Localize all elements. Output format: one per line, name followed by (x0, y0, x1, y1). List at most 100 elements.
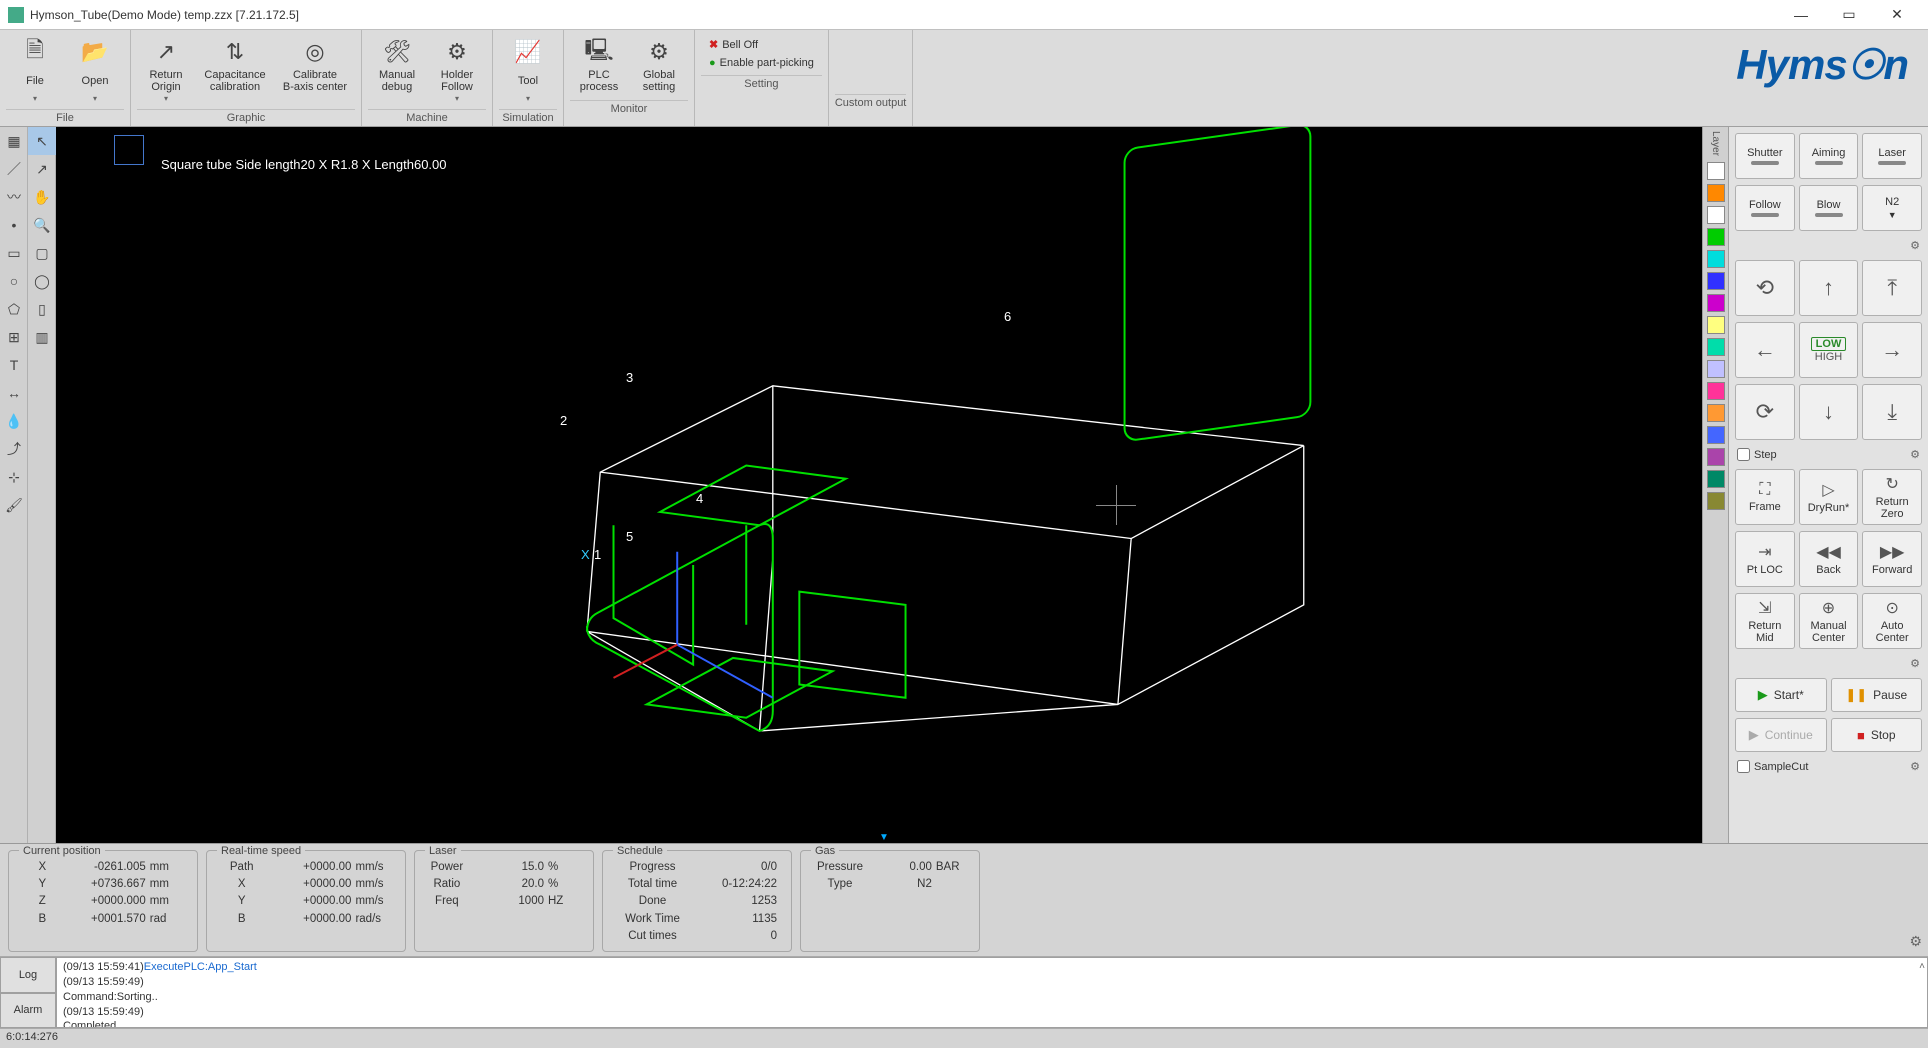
gear-icon[interactable]: ⚙ (1909, 933, 1922, 950)
auto-center-button[interactable]: ⊙Auto Center (1862, 593, 1922, 649)
edit-node-button[interactable]: ↗ (28, 155, 56, 183)
pt-loc-button[interactable]: ⇥Pt LOC (1735, 531, 1795, 587)
array-tool-button[interactable]: ⊞ (0, 323, 28, 351)
tool-button[interactable]: 📈 Tool ▾ (499, 34, 557, 107)
enable-part-picking-toggle[interactable]: ●Enable part-picking (709, 57, 814, 69)
scroll-up-icon[interactable]: ˄ (1919, 960, 1925, 974)
speed-low-high-button[interactable]: LOWHIGH (1799, 322, 1859, 378)
layer-swatch-12[interactable] (1707, 426, 1725, 444)
global-setting-button[interactable]: ⚙ Global setting (630, 34, 688, 98)
jog-up-button[interactable]: ↑ (1799, 260, 1859, 316)
minimize-button[interactable]: — (1778, 1, 1824, 29)
n2-button[interactable]: N2▼ (1862, 185, 1922, 231)
calibrate-baxis-button[interactable]: ◎ Calibrate B-axis center (275, 34, 355, 107)
step-checkbox[interactable] (1737, 448, 1750, 461)
jog-z-up-button[interactable]: ⤒ (1862, 260, 1922, 316)
aiming-button[interactable]: Aiming (1799, 133, 1859, 179)
wrench-icon: 🛠 (383, 38, 411, 66)
stop-button[interactable]: ■Stop (1831, 718, 1923, 752)
layer-swatch-5[interactable] (1707, 272, 1725, 290)
indicator-bar (1815, 161, 1843, 165)
layer-swatch-8[interactable] (1707, 338, 1725, 356)
gear-icon[interactable]: ⚙ (1910, 239, 1920, 252)
back-button[interactable]: ◀◀Back (1799, 531, 1859, 587)
log-tab[interactable]: Log (0, 957, 56, 993)
alarm-tab[interactable]: Alarm (0, 993, 56, 1029)
layer-swatch-10[interactable] (1707, 382, 1725, 400)
layer-swatch-1[interactable] (1707, 184, 1725, 202)
line-tool-button[interactable]: ／ (0, 155, 28, 183)
follow-button[interactable]: Follow (1735, 185, 1795, 231)
measure-tool-button[interactable]: ↔ (0, 379, 28, 407)
log-content[interactable]: (09/13 15:59:41)ExecutePLC:App_Start (09… (56, 957, 1928, 1028)
circle-tool-button[interactable]: ○ (0, 267, 28, 295)
return-mid-button[interactable]: ⇲Return Mid (1735, 593, 1795, 649)
manual-debug-button[interactable]: 🛠 Manual debug (368, 34, 426, 107)
ring-tool-button[interactable]: ◯ (28, 267, 56, 295)
plc-process-button[interactable]: 🖳 PLC process (570, 34, 628, 98)
close-button[interactable]: ✕ (1874, 1, 1920, 29)
continue-button[interactable]: ▶Continue (1735, 718, 1827, 752)
maximize-button[interactable]: ▭ (1826, 1, 1872, 29)
rect-tool-button[interactable]: ▭ (0, 239, 28, 267)
pause-button[interactable]: ❚❚Pause (1831, 678, 1923, 712)
panel-laser: Laser Power15.0%Ratio20.0%Freq1000HZ (414, 850, 594, 952)
start-button[interactable]: ▶Start* (1735, 678, 1827, 712)
jog-z-down-button[interactable]: ⤓ (1862, 384, 1922, 440)
chevron-down-icon: ▼ (1888, 210, 1897, 220)
zoom-tool-button[interactable]: 🔍 (28, 211, 56, 239)
layer-swatch-6[interactable] (1707, 294, 1725, 312)
capacitance-calibration-button[interactable]: ⇅ Capacitance calibration (197, 34, 273, 107)
layer-swatch-11[interactable] (1707, 404, 1725, 422)
jog-right-button[interactable]: → (1862, 322, 1922, 378)
layer-swatch-13[interactable] (1707, 448, 1725, 466)
titlebar: Hymson_Tube(Demo Mode) temp.zzx [7.21.17… (0, 0, 1928, 30)
tile-tool-button[interactable]: ▥ (28, 323, 56, 351)
forward-button[interactable]: ▶▶Forward (1862, 531, 1922, 587)
layer-swatch-9[interactable] (1707, 360, 1725, 378)
laser-button[interactable]: Laser (1862, 133, 1922, 179)
layer-swatch-4[interactable] (1707, 250, 1725, 268)
gear-icon[interactable]: ⚙ (1910, 760, 1920, 773)
jog-rotate-ccw-button[interactable]: ⟲ (1735, 260, 1795, 316)
pan-tool-button[interactable]: ✋ (28, 183, 56, 211)
select-tool-button[interactable]: ↖ (28, 127, 56, 155)
samplecut-checkbox[interactable] (1737, 760, 1750, 773)
frame-button[interactable]: ⛶Frame (1735, 469, 1795, 525)
blow-button[interactable]: Blow (1799, 185, 1859, 231)
layer-swatch-3[interactable] (1707, 228, 1725, 246)
grid-snap-button[interactable]: ▦ (0, 127, 28, 155)
file-button[interactable]: 🗎 File ▾ (6, 34, 64, 107)
manual-center-button[interactable]: ⊕Manual Center (1799, 593, 1859, 649)
shutter-button[interactable]: Shutter (1735, 133, 1795, 179)
jog-left-button[interactable]: ← (1735, 322, 1795, 378)
layer-swatch-2[interactable] (1707, 206, 1725, 224)
layer-swatch-15[interactable] (1707, 492, 1725, 510)
stop-icon: ■ (1857, 728, 1865, 743)
pierce-tool-button[interactable]: ⤴ (0, 435, 28, 463)
jog-down-button[interactable]: ↓ (1799, 384, 1859, 440)
point-tool-button[interactable]: • (0, 211, 28, 239)
manual-center-button-icon: ⊕ (1822, 598, 1835, 618)
droplet-tool-button[interactable]: 💧 (0, 407, 28, 435)
jog-rotate-cw-button[interactable]: ⟳ (1735, 384, 1795, 440)
return-origin-button[interactable]: ↗︎ Return Origin ▾ (137, 34, 195, 107)
tube-tool-button[interactable]: ▯ (28, 295, 56, 323)
box-tool-button[interactable]: ▢ (28, 239, 56, 267)
text-tool-button[interactable]: T (0, 351, 28, 379)
brush-tool-button[interactable]: 🖌 (0, 491, 28, 519)
layer-swatch-0[interactable] (1707, 162, 1725, 180)
curve-tool-button[interactable]: 〰 (0, 183, 28, 211)
layer-swatch-7[interactable] (1707, 316, 1725, 334)
return-zero-button[interactable]: ↻Return Zero (1862, 469, 1922, 525)
cad-viewport[interactable]: Square tube Side length20 X R1.8 X Lengt… (56, 127, 1702, 843)
layer-swatch-14[interactable] (1707, 470, 1725, 488)
anchor-tool-button[interactable]: ⊹ (0, 463, 28, 491)
gear-icon[interactable]: ⚙ (1910, 657, 1920, 670)
open-button[interactable]: 📂 Open ▾ (66, 34, 124, 107)
bell-off-toggle[interactable]: ✖Bell Off (709, 38, 814, 51)
gear-icon[interactable]: ⚙ (1910, 448, 1920, 461)
holder-follow-button[interactable]: ⚙ Holder Follow ▾ (428, 34, 486, 107)
dryrun-button[interactable]: ▷DryRun* (1799, 469, 1859, 525)
polygon-tool-button[interactable]: ⬠ (0, 295, 28, 323)
